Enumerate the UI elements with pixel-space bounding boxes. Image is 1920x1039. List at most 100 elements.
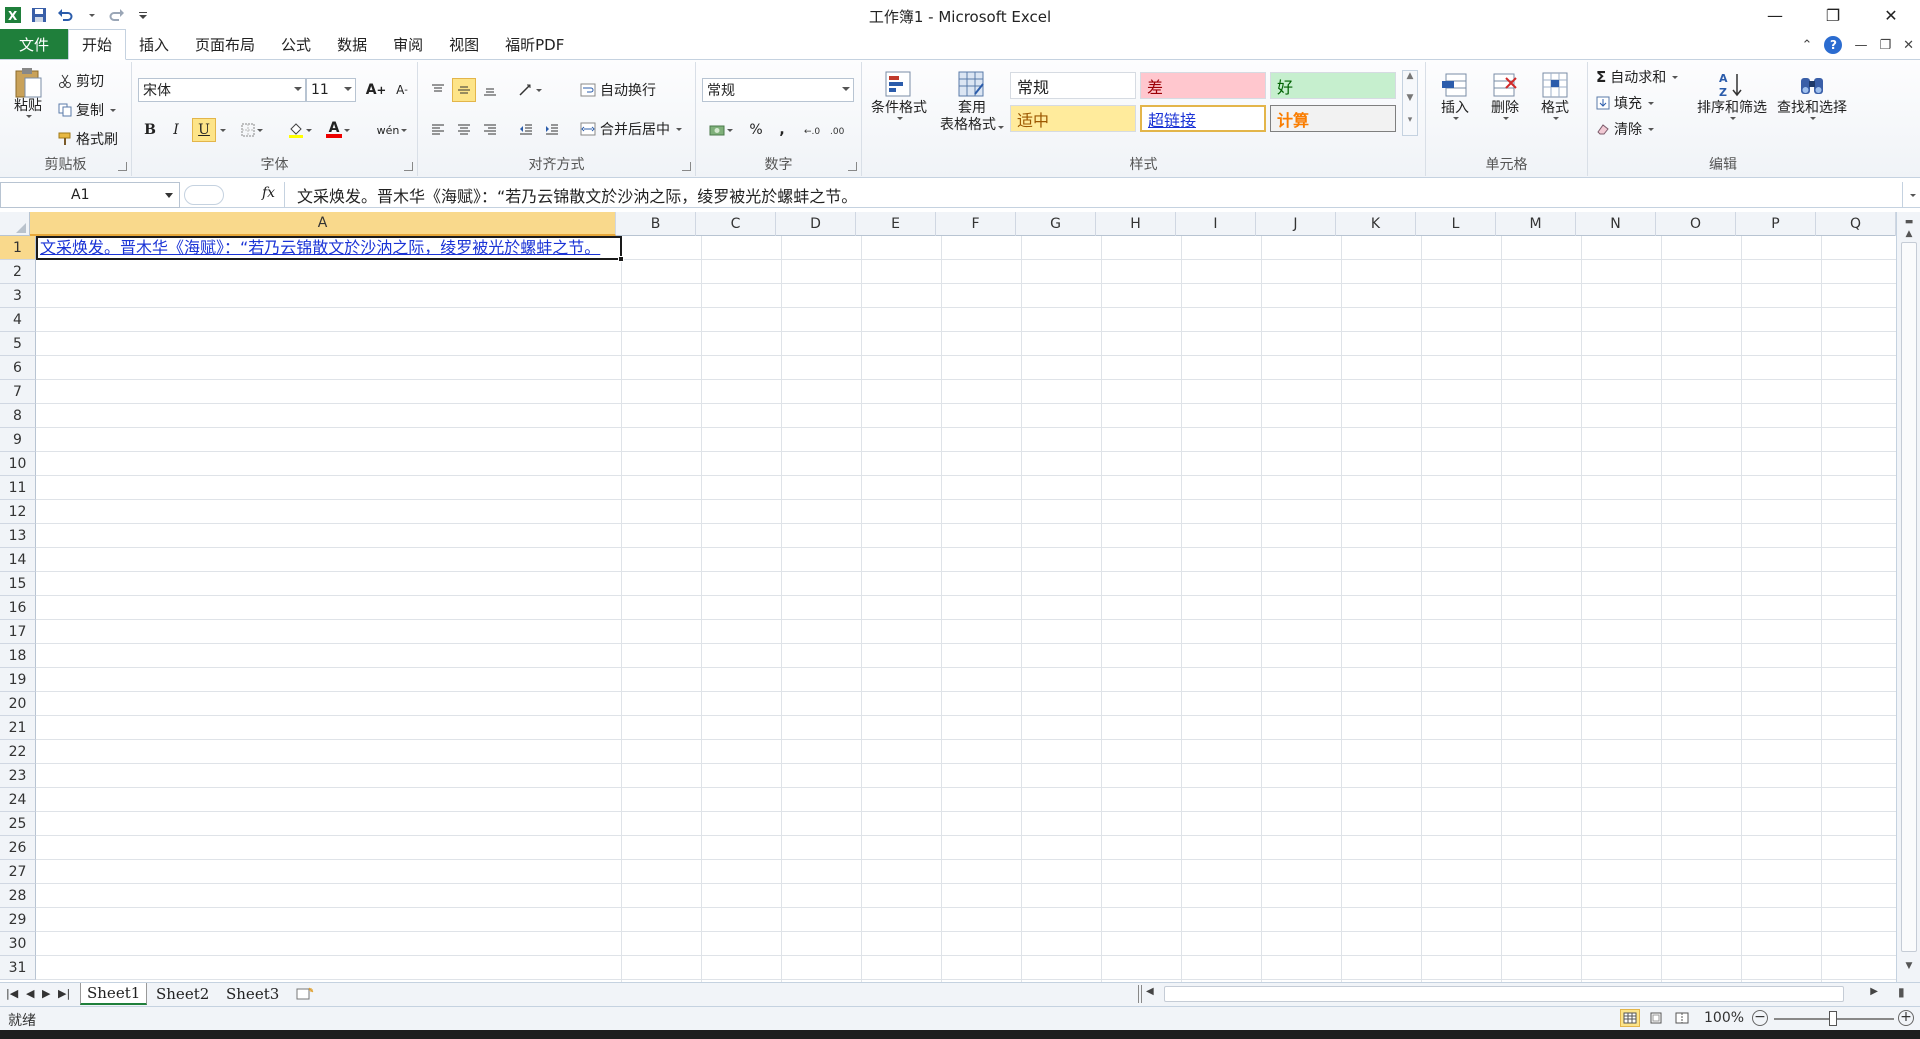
row-header-2[interactable]: 2 xyxy=(0,260,36,284)
normal-view-icon[interactable] xyxy=(1620,1009,1640,1027)
delete-cells-button[interactable]: 删除 xyxy=(1482,70,1528,120)
grow-font-button[interactable]: A + xyxy=(364,78,388,102)
tab-home[interactable]: 开始 xyxy=(68,29,127,60)
row-header-23[interactable]: 23 xyxy=(0,764,36,788)
first-sheet-icon[interactable]: |◀ xyxy=(6,987,18,1000)
format-cells-button[interactable]: 格式 xyxy=(1532,70,1578,120)
name-box-dropdown-icon[interactable] xyxy=(165,193,173,198)
style-neutral[interactable]: 适中 xyxy=(1010,105,1136,132)
find-select-button[interactable]: 查找和选择 xyxy=(1772,70,1852,120)
cell-area[interactable] xyxy=(36,236,1896,982)
restore-button[interactable]: ❐ xyxy=(1804,0,1862,30)
row-header-1[interactable]: 1 xyxy=(0,236,36,260)
column-header-q[interactable]: Q xyxy=(1816,212,1896,236)
merge-center-button[interactable]: 合并后居中 xyxy=(580,118,682,140)
horizontal-scroll-thumb[interactable] xyxy=(1164,986,1844,1002)
row-header-30[interactable]: 30 xyxy=(0,932,36,956)
row-header-25[interactable]: 25 xyxy=(0,812,36,836)
row-header-16[interactable]: 16 xyxy=(0,596,36,620)
hsplit-box-icon[interactable]: ▮ xyxy=(1898,985,1905,999)
autosum-button[interactable]: Σ 自动求和 xyxy=(1596,66,1679,88)
font-name-combo[interactable]: 宋体 xyxy=(138,78,306,102)
font-size-combo[interactable]: 11 xyxy=(306,78,356,102)
orientation-button[interactable] xyxy=(514,78,546,102)
gallery-more-icon[interactable]: ▾ xyxy=(1403,115,1417,135)
row-header-4[interactable]: 4 xyxy=(0,308,36,332)
fill-handle[interactable] xyxy=(618,256,624,262)
increase-decimal-button[interactable]: ←.0 xyxy=(802,118,826,142)
row-header-29[interactable]: 29 xyxy=(0,908,36,932)
row-header-18[interactable]: 18 xyxy=(0,644,36,668)
sort-filter-button[interactable]: AZ 排序和筛选 xyxy=(1692,70,1772,120)
number-format-combo[interactable]: 常规 xyxy=(702,78,854,102)
row-header-13[interactable]: 13 xyxy=(0,524,36,548)
shrink-font-button[interactable]: A- xyxy=(390,78,414,102)
vertical-scroll-thumb[interactable] xyxy=(1901,242,1917,952)
format-as-table-button[interactable]: 套用 表格格式 xyxy=(932,70,1012,134)
save-icon[interactable] xyxy=(29,5,49,25)
sheet-tab-sheet2[interactable]: Sheet2 xyxy=(150,983,215,1005)
font-launcher-icon[interactable] xyxy=(404,162,413,171)
name-box[interactable]: A1 xyxy=(0,182,180,208)
minimize-button[interactable]: — xyxy=(1746,0,1804,30)
gallery-down-icon[interactable]: ▼ xyxy=(1403,93,1417,115)
row-header-24[interactable]: 24 xyxy=(0,788,36,812)
row-header-28[interactable]: 28 xyxy=(0,884,36,908)
decrease-indent-button[interactable] xyxy=(514,118,538,142)
copy-dropdown-icon[interactable] xyxy=(110,108,116,112)
next-sheet-icon[interactable]: ▶ xyxy=(42,987,50,1000)
column-header-g[interactable]: G xyxy=(1016,212,1096,236)
row-header-9[interactable]: 9 xyxy=(0,428,36,452)
scroll-right-icon[interactable]: ▶ xyxy=(1870,986,1878,997)
gallery-up-icon[interactable]: ▲ xyxy=(1403,71,1417,93)
customize-qat-icon[interactable] xyxy=(133,5,153,25)
styles-gallery-scroll[interactable]: ▲ ▼ ▾ xyxy=(1402,70,1418,136)
sheet-tab-sheet3[interactable]: Sheet3 xyxy=(220,983,285,1005)
column-header-a[interactable]: A xyxy=(30,212,616,236)
horizontal-scrollbar[interactable]: ◀ ▶ xyxy=(1142,985,1882,1003)
formula-input[interactable]: 文采焕发。晋木华《海赋》：“若乃云锦散文於沙汭之际，绫罗被光於螺蚌之节。 xyxy=(284,182,1902,208)
zoom-out-button[interactable]: − xyxy=(1752,1010,1768,1026)
sheet-tab-sheet1[interactable]: Sheet1 xyxy=(80,983,148,1005)
select-all-button[interactable] xyxy=(0,212,30,236)
style-normal[interactable]: 常规 xyxy=(1010,72,1136,99)
row-header-12[interactable]: 12 xyxy=(0,500,36,524)
cell-a1[interactable]: 文采焕发。晋木华《海赋》：“若乃云锦散文於沙汭之际，绫罗被光於螺蚌之节。 xyxy=(40,236,600,260)
expand-formula-bar-icon[interactable] xyxy=(1902,182,1920,208)
row-header-20[interactable]: 20 xyxy=(0,692,36,716)
align-left-button[interactable] xyxy=(426,118,450,142)
collapse-ribbon-icon[interactable]: ⌃ xyxy=(1802,38,1813,53)
format-painter-button[interactable]: 格式刷 xyxy=(58,128,118,150)
column-header-c[interactable]: C xyxy=(696,212,776,236)
style-hyperlink[interactable]: 超链接 xyxy=(1140,105,1266,132)
row-header-10[interactable]: 10 xyxy=(0,452,36,476)
row-header-15[interactable]: 15 xyxy=(0,572,36,596)
scroll-up-icon[interactable]: ▲ xyxy=(1901,226,1917,242)
column-header-h[interactable]: H xyxy=(1096,212,1176,236)
align-bottom-button[interactable] xyxy=(478,78,502,102)
row-header-22[interactable]: 22 xyxy=(0,740,36,764)
zoom-level[interactable]: 100% xyxy=(1704,1010,1744,1026)
tab-formulas[interactable]: 公式 xyxy=(268,29,324,59)
workbook-restore-icon[interactable]: ❐ xyxy=(1879,38,1891,53)
clipboard-launcher-icon[interactable] xyxy=(118,162,127,171)
tab-page-layout[interactable]: 页面布局 xyxy=(182,29,268,59)
underline-button[interactable]: U xyxy=(192,118,216,142)
percent-style-button[interactable]: % xyxy=(744,118,768,142)
tab-review[interactable]: 审阅 xyxy=(380,29,436,59)
style-calculation[interactable]: 计算 xyxy=(1270,105,1396,132)
increase-indent-button[interactable] xyxy=(540,118,564,142)
column-header-j[interactable]: J xyxy=(1256,212,1336,236)
insert-cells-button[interactable]: 插入 xyxy=(1432,70,1478,120)
number-launcher-icon[interactable] xyxy=(848,162,857,171)
row-header-3[interactable]: 3 xyxy=(0,284,36,308)
fill-button[interactable]: 填充 xyxy=(1596,92,1654,114)
borders-button[interactable] xyxy=(240,118,264,142)
font-color-button[interactable]: A xyxy=(326,118,350,142)
conditional-formatting-button[interactable]: 条件格式 xyxy=(866,70,932,120)
cut-button[interactable]: 剪切 xyxy=(58,70,104,92)
last-sheet-icon[interactable]: ▶| xyxy=(58,987,70,1000)
align-top-button[interactable] xyxy=(426,78,450,102)
row-header-11[interactable]: 11 xyxy=(0,476,36,500)
vertical-scrollbar[interactable]: ▬ ▲ ▼ xyxy=(1896,212,1920,982)
